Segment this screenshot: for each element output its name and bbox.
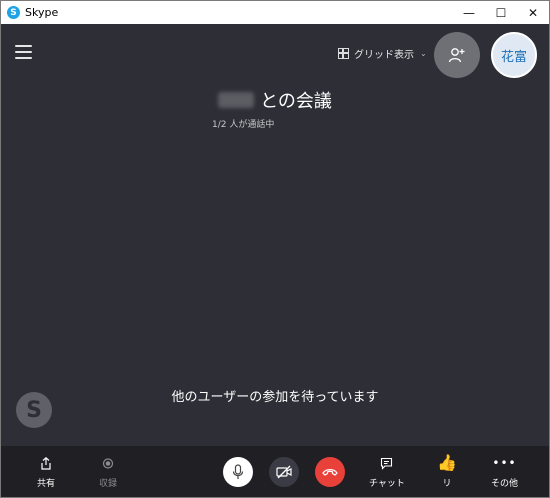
- ellipsis-icon: •••: [492, 456, 517, 470]
- thumbs-up-icon: 👍: [437, 453, 457, 472]
- avatar[interactable]: 花富: [491, 32, 537, 78]
- more-options-button[interactable]: ••• その他: [491, 456, 519, 490]
- chat-icon: [381, 457, 393, 470]
- meeting-title: との会議: [1, 87, 549, 113]
- share-button[interactable]: 共有: [37, 457, 55, 489]
- minimize-button[interactable]: —: [453, 1, 485, 24]
- grid-icon: [338, 48, 349, 59]
- grid-view-label: グリッド表示: [354, 50, 414, 61]
- more-label: その他: [491, 479, 519, 489]
- chat-button[interactable]: チャット: [369, 457, 405, 489]
- reaction-label: リ: [442, 479, 452, 489]
- microphone-icon: [232, 464, 244, 479]
- share-label: 共有: [37, 479, 56, 489]
- title-bar: S Skype — ☐ ✕: [1, 1, 549, 24]
- close-button[interactable]: ✕: [517, 1, 549, 24]
- call-stage: グリッド表示 ⌄ 花富 との会議 1/2 人が通話中 S 他のユーザーの参加を待…: [1, 24, 549, 446]
- add-participant-button[interactable]: [434, 32, 480, 78]
- menu-icon[interactable]: [15, 45, 32, 59]
- add-person-icon: [448, 48, 465, 63]
- participant-count: 1/2 人が通話中: [212, 120, 275, 130]
- record-button[interactable]: 収録: [99, 457, 117, 489]
- blurred-contact-name: [218, 92, 255, 108]
- microphone-button[interactable]: [223, 457, 253, 487]
- grid-view-toggle[interactable]: グリッド表示 ⌄: [338, 46, 427, 61]
- video-toggle-button[interactable]: [269, 457, 299, 487]
- call-toolbar: 共有 収録 チャット 👍 リ ••• その他: [1, 446, 549, 497]
- record-icon: [102, 458, 114, 469]
- window-title: Skype: [25, 6, 59, 19]
- maximize-button[interactable]: ☐: [485, 1, 517, 24]
- share-icon: [41, 457, 51, 470]
- hang-up-icon: [322, 469, 338, 476]
- waiting-message: 他のユーザーの参加を待っています: [171, 390, 379, 405]
- skype-window: S Skype — ☐ ✕ グリッド表示 ⌄ 花富 との会議 1/2 人が通話中: [0, 0, 550, 498]
- video-off-icon: [276, 465, 292, 479]
- record-label: 収録: [99, 479, 118, 489]
- skype-logo-icon: S: [7, 6, 20, 19]
- window-controls: — ☐ ✕: [453, 1, 549, 24]
- reaction-button[interactable]: 👍 リ: [437, 453, 457, 489]
- meeting-title-text: との会議: [260, 91, 332, 112]
- chat-label: チャット: [369, 479, 405, 489]
- hang-up-button[interactable]: [315, 457, 345, 487]
- chevron-down-icon: ⌄: [420, 49, 427, 58]
